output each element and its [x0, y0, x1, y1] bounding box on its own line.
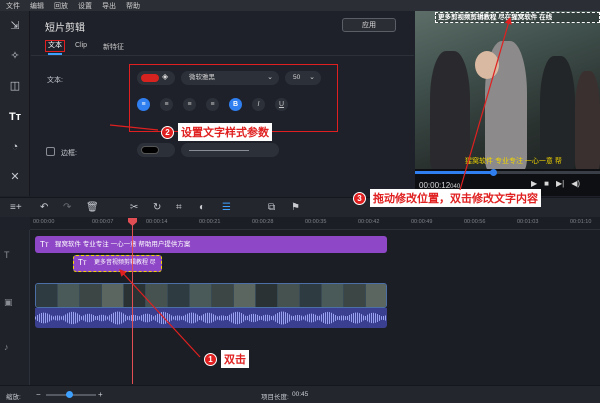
zoom-out-icon[interactable]: − — [36, 390, 41, 399]
zoom-label: 缩放: — [6, 394, 21, 401]
status-bar: 缩放: − + 项目长度: 00:45 — [0, 385, 600, 403]
annotation-arrows — [109, 16, 512, 358]
arrow-1 — [119, 269, 201, 358]
zoom-slider-knob[interactable] — [66, 391, 73, 398]
duration-value: 00:45 — [292, 391, 309, 398]
arrow-3 — [459, 16, 512, 191]
arrow-2 — [109, 124, 159, 131]
zoom-in-icon[interactable]: + — [98, 390, 103, 399]
duration-label: 项目长度: — [261, 394, 289, 401]
